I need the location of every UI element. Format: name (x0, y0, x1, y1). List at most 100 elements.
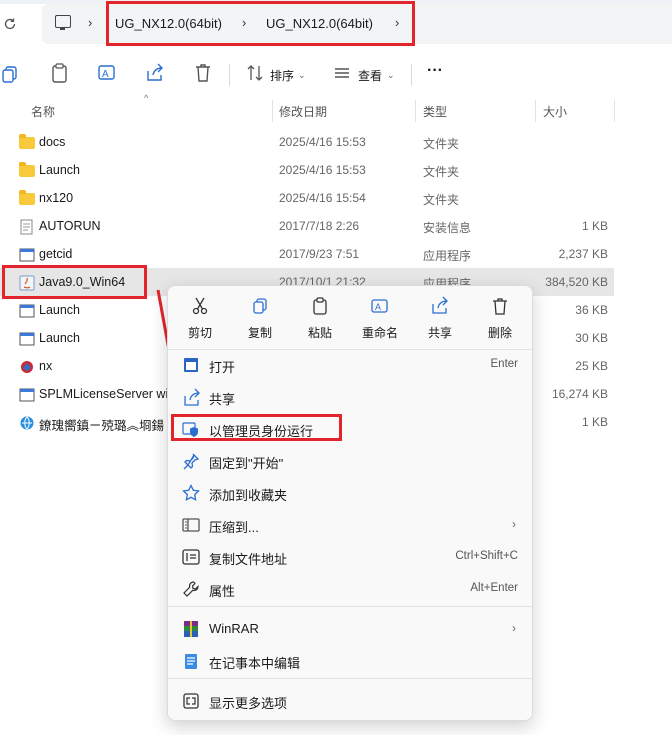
column-divider[interactable] (614, 100, 615, 122)
menu-item-label: 打开 (209, 360, 236, 375)
notepad-icon (182, 652, 200, 670)
monitor-icon[interactable] (55, 15, 71, 30)
menu-item-label: 属性 (209, 584, 236, 599)
file-row[interactable]: AUTORUN 2017/7/18 2:26 安装信息 1 KB (0, 212, 614, 240)
app-icon (19, 247, 35, 262)
setup-info-icon (19, 219, 35, 235)
quick-action-scissors[interactable]: 剪切 (170, 296, 230, 342)
column-header-type[interactable]: 类型 (423, 103, 447, 120)
menu-item-open[interactable]: 打开 Enter (174, 350, 528, 380)
quick-action-trash[interactable]: 删除 (470, 296, 530, 342)
file-name: getcid (39, 247, 73, 261)
scissors-icon (190, 296, 210, 316)
menu-item-notepad[interactable]: 在记事本中编辑 (174, 646, 528, 676)
chevron-right-icon: › (512, 621, 516, 635)
file-row[interactable]: nx120 2025/4/16 15:54 文件夹 (0, 184, 614, 212)
file-size: 1 KB (581, 219, 608, 233)
quick-action-share[interactable]: 共享 (410, 296, 470, 342)
file-type: 安装信息 (423, 221, 472, 235)
copy-icon[interactable] (2, 62, 24, 84)
quick-action-label: 复制 (247, 326, 272, 340)
menu-item-label: 显示更多选项 (209, 696, 288, 711)
menu-item-label: 固定到"开始" (209, 456, 284, 471)
file-date: 2017/9/23 7:51 (279, 247, 360, 261)
quick-action-copy[interactable]: 复制 (230, 296, 290, 342)
app-icon (19, 303, 35, 318)
menu-item-wrench[interactable]: 属性 Alt+Enter (174, 574, 528, 604)
menu-item-label: 添加到收藏夹 (209, 488, 288, 503)
column-divider[interactable] (272, 100, 273, 122)
file-name: docs (39, 135, 66, 149)
star-icon (182, 484, 200, 502)
quick-action-label: 共享 (427, 326, 452, 340)
menu-item-pin[interactable]: 固定到"开始" (174, 446, 528, 476)
file-type: 文件夹 (423, 165, 460, 179)
file-date: 2017/7/18 2:26 (279, 219, 360, 233)
toolbar-divider (411, 64, 412, 86)
menu-item-label: 复制文件地址 (209, 552, 288, 567)
quick-action-paste[interactable]: 粘贴 (290, 296, 350, 342)
file-name: Launch (39, 163, 81, 177)
menu-divider (168, 678, 532, 679)
menu-item-shortcut: Enter (490, 358, 519, 370)
file-name: Launch (39, 303, 81, 317)
file-size: 36 KB (575, 303, 608, 317)
chevron-down-icon[interactable]: ⌄ (387, 70, 395, 81)
menu-item-winrar[interactable]: WinRAR › (174, 614, 528, 644)
sort-icon[interactable] (245, 62, 267, 84)
paste-icon[interactable] (50, 62, 72, 84)
command-bar: A 排序 ⌄ 查看 ⌄ ··· (0, 52, 672, 96)
nx-icon (19, 359, 35, 373)
app-icon (19, 331, 35, 346)
menu-item-star[interactable]: 添加到收藏夹 (174, 478, 528, 508)
chevron-down-icon[interactable]: ⌄ (298, 70, 306, 81)
share-icon[interactable] (145, 62, 167, 84)
file-size: 25 KB (575, 359, 608, 373)
trash-icon[interactable] (193, 62, 215, 84)
column-header-name[interactable]: 名称 (31, 103, 55, 120)
chevron-right-icon[interactable]: › (88, 15, 92, 30)
file-date: 2025/4/16 15:53 (279, 135, 366, 149)
file-size: 1 KB (581, 415, 608, 429)
annotation-highlight-file (2, 265, 147, 299)
menu-item-copy-path[interactable]: 复制文件地址 Ctrl+Shift+C (174, 542, 528, 572)
file-name: nx (39, 359, 53, 373)
file-row[interactable]: Launch 2025/4/16 15:53 文件夹 (0, 156, 614, 184)
menu-item-share[interactable]: 共享 (174, 382, 528, 412)
column-divider[interactable] (535, 100, 536, 122)
quick-action-label: 剪切 (187, 326, 212, 340)
pin-icon (182, 452, 200, 470)
menu-divider (168, 606, 532, 607)
column-header-size[interactable]: 大小 (543, 103, 567, 120)
file-row[interactable]: docs 2025/4/16 15:53 文件夹 (0, 128, 614, 156)
quick-action-label: 粘贴 (307, 326, 332, 340)
file-name: AUTORUN (39, 219, 101, 233)
zip-icon (182, 516, 200, 534)
open-icon (182, 356, 200, 374)
file-size: 16,274 KB (551, 387, 608, 401)
file-type: 应用程序 (423, 249, 472, 263)
file-type: 文件夹 (423, 193, 460, 207)
context-menu: 剪切 复制 粘贴 A 重命名 共享 删除 打开 Enter 共享 以管理员身份运行 固定到"开始" 添… (167, 285, 533, 721)
annotation-highlight-breadcrumb (106, 1, 415, 46)
column-divider[interactable] (415, 100, 416, 122)
file-name: SPLMLicenseServer wi (39, 387, 169, 401)
menu-item-shortcut: Ctrl+Shift+C (455, 550, 518, 562)
rename-icon[interactable]: A (97, 62, 119, 84)
column-header-modified[interactable]: 修改日期 (279, 103, 327, 120)
view-icon[interactable] (333, 62, 355, 84)
more-button[interactable]: ··· (427, 62, 443, 80)
file-row[interactable]: getcid 2017/9/23 7:51 应用程序 2,237 KB (0, 240, 614, 268)
copy-icon (250, 296, 270, 316)
wrench-icon (182, 580, 200, 598)
quick-action-rename[interactable]: A 重命名 (350, 296, 410, 342)
file-date: 2025/4/16 15:53 (279, 163, 366, 177)
menu-item-more-options[interactable]: 显示更多选项 (174, 686, 528, 716)
sort-button[interactable]: 排序 (270, 67, 294, 84)
svg-text:A: A (375, 302, 381, 312)
menu-item-shortcut: Alt+Enter (470, 582, 518, 594)
menu-item-zip[interactable]: 压缩到... › (174, 510, 528, 540)
refresh-icon[interactable] (3, 17, 19, 33)
menu-item-label: WinRAR (209, 621, 259, 636)
view-button[interactable]: 查看 (358, 67, 382, 84)
